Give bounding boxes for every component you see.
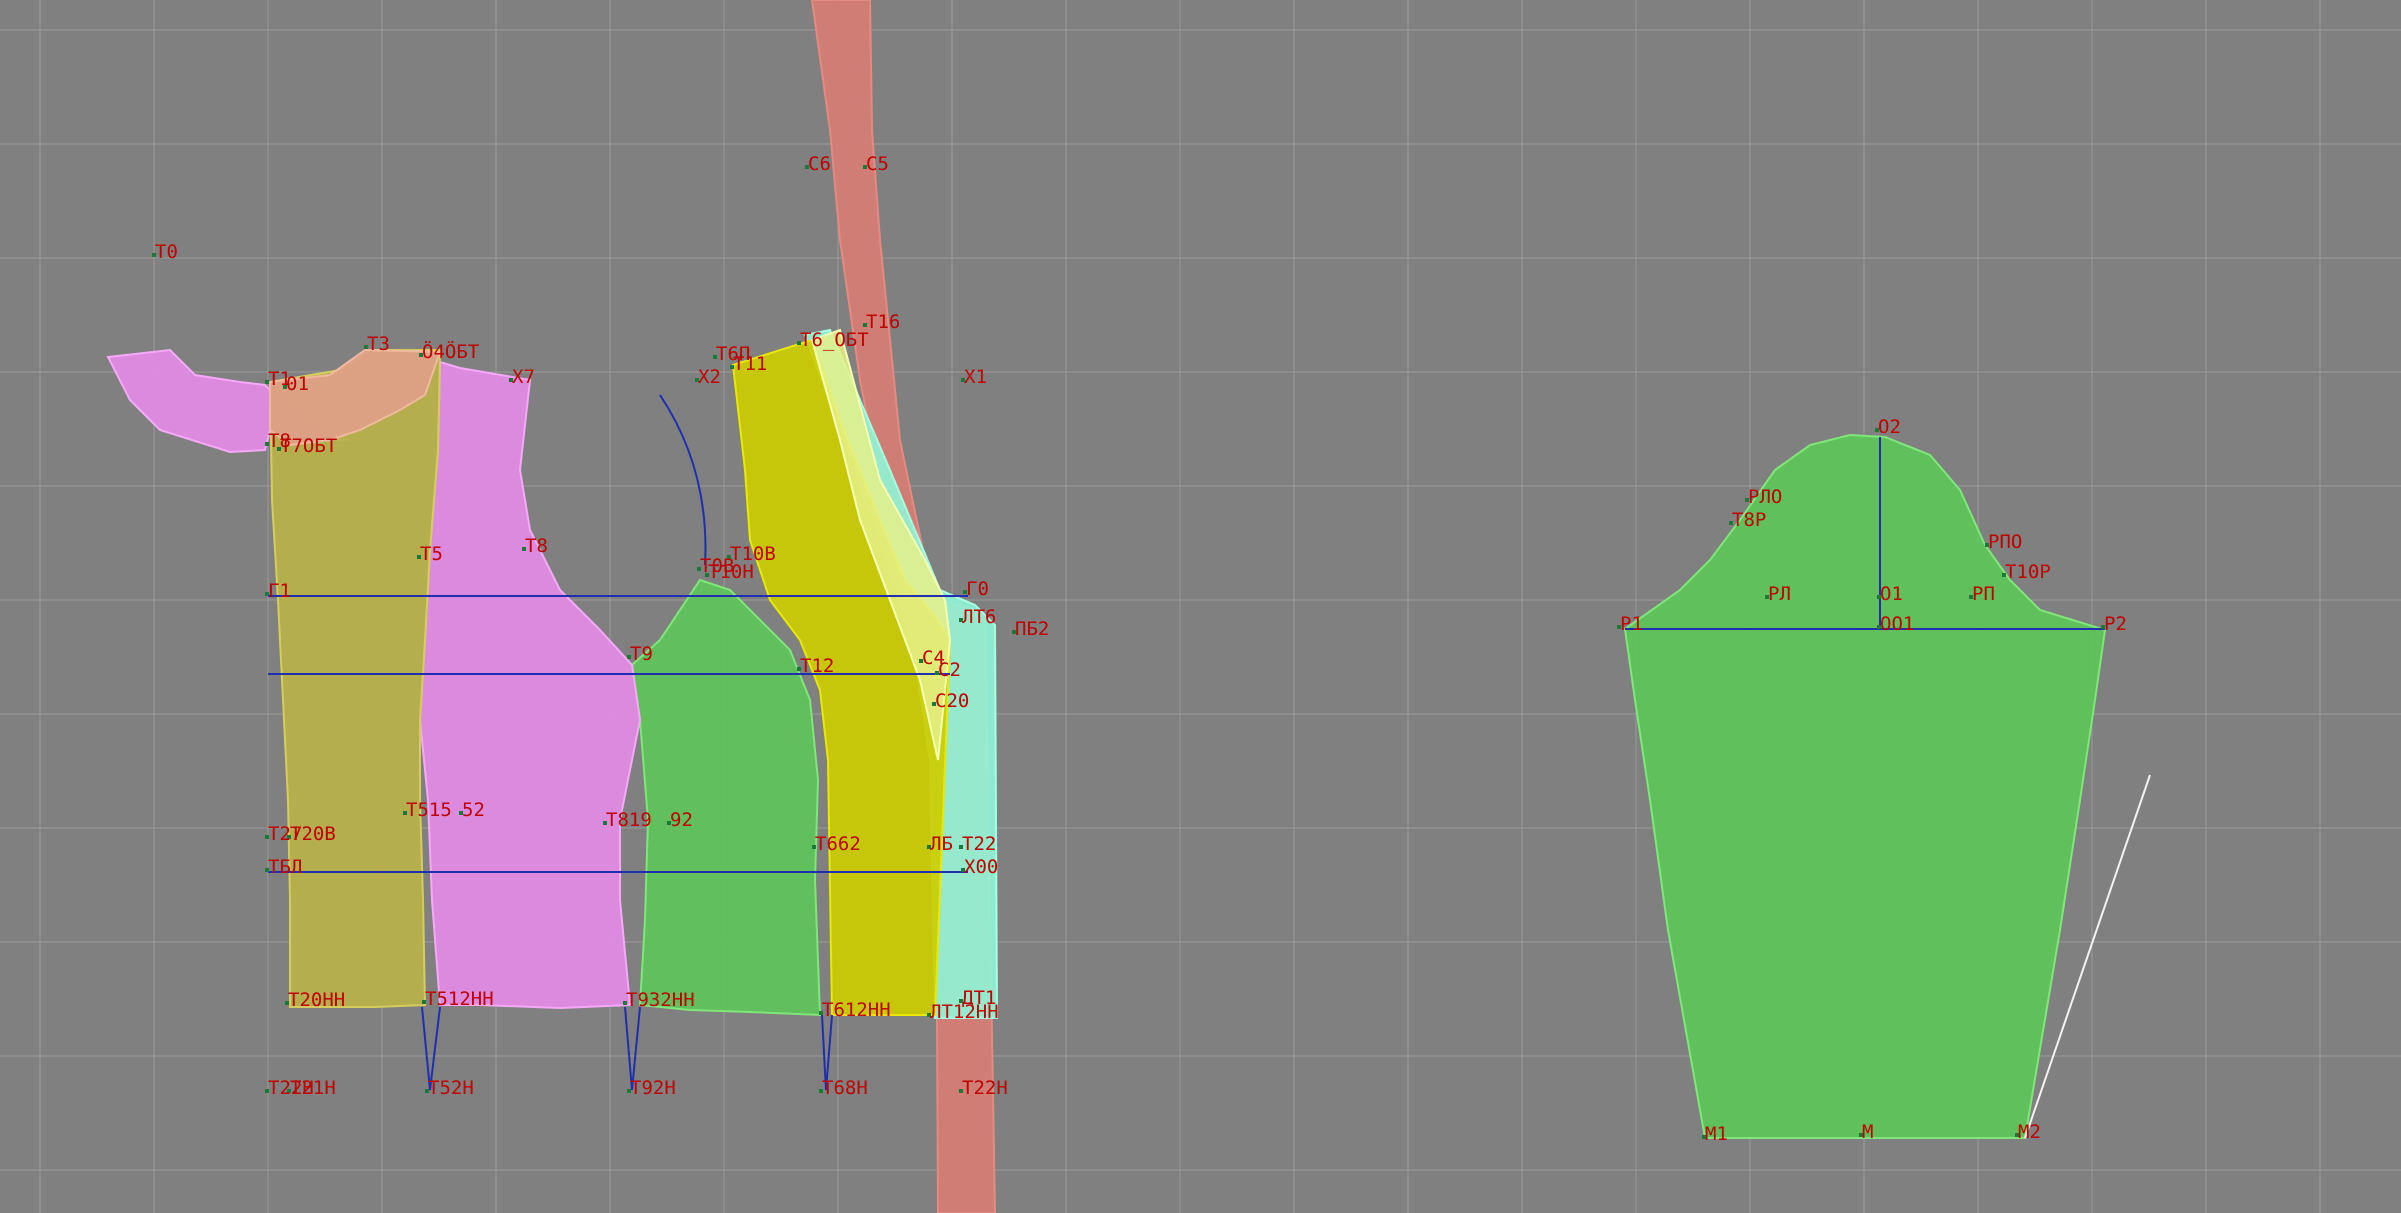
label-t4obt[interactable]: Ö4ÖБТ <box>422 340 479 363</box>
label-t7obt[interactable]: Т7ОБТ <box>280 435 337 457</box>
label-t512nn[interactable]: T512НН <box>425 988 494 1010</box>
back-side-pink-piece[interactable] <box>418 360 642 1010</box>
label-t92n[interactable]: T92Н <box>630 1077 676 1099</box>
label-x2[interactable]: X2 <box>698 366 721 388</box>
label-92[interactable]: 92 <box>670 809 693 831</box>
label-52[interactable]: 52 <box>462 799 485 821</box>
label-t0[interactable]: T0 <box>155 241 178 263</box>
label-r1[interactable]: Р1 <box>1620 613 1643 635</box>
label-t662[interactable]: T662 <box>815 833 861 855</box>
label-c6[interactable]: C6 <box>808 153 831 175</box>
label-01[interactable]: 01 <box>286 373 309 395</box>
side-green-piece[interactable] <box>630 578 822 1017</box>
label-t819[interactable]: T819 <box>606 809 652 831</box>
label-t10n[interactable]: T10Н <box>708 561 754 583</box>
label-t16[interactable]: T16 <box>866 311 900 333</box>
label-x00[interactable]: X00 <box>964 856 998 878</box>
label-pb2[interactable]: ПБ2 <box>1015 618 1049 640</box>
label-o2[interactable]: O2 <box>1878 416 1901 438</box>
label-r2[interactable]: Р2 <box>2104 613 2127 635</box>
label-t8[interactable]: T8 <box>525 535 548 557</box>
label-g0[interactable]: Г0 <box>966 578 989 600</box>
label-rl[interactable]: РЛ <box>1768 583 1791 605</box>
label-x1[interactable]: X1 <box>964 366 987 388</box>
label-oo1[interactable]: ОО1 <box>1880 613 1914 635</box>
label-t21n[interactable]: T21Н <box>290 1077 336 1099</box>
label-c20[interactable]: C20 <box>935 690 969 712</box>
label-t68n[interactable]: T68Н <box>822 1077 868 1099</box>
label-o1[interactable]: O1 <box>1880 583 1903 605</box>
label-t3[interactable]: T3 <box>367 333 390 355</box>
label-rpo[interactable]: РПО <box>1988 531 2022 553</box>
label-t515[interactable]: T515 <box>406 799 452 821</box>
sleeve-green-piece[interactable] <box>1623 433 2107 1139</box>
label-t52n[interactable]: T52Н <box>428 1077 474 1099</box>
label-t5[interactable]: T5 <box>420 543 443 565</box>
label-t10r[interactable]: T10Р <box>2005 561 2051 583</box>
label-x7[interactable]: X7 <box>512 366 535 388</box>
label-dt1[interactable]: ДТ1 <box>962 987 996 1009</box>
label-g1[interactable]: Г1 <box>268 580 291 602</box>
label-t9[interactable]: T9 <box>630 643 653 665</box>
label-t22[interactable]: T22 <box>962 833 996 855</box>
label-t932nn[interactable]: T932НН <box>626 989 695 1011</box>
pattern-drawing-canvas[interactable]: T0 T3 T1 01 Ö4ÖБТ X7 T8 Т7ОБТ T5 T8 Г1 T… <box>0 0 2401 1213</box>
label-t20nn[interactable]: T20НН <box>288 989 345 1011</box>
label-t8r[interactable]: T8Р <box>1732 509 1766 531</box>
label-m1[interactable]: М1 <box>1705 1123 1728 1145</box>
label-m[interactable]: М <box>1862 1121 1873 1143</box>
label-t20v[interactable]: T20В <box>290 823 336 845</box>
label-lt6[interactable]: ЛТ6 <box>962 606 996 628</box>
armhole-curve[interactable] <box>659 394 707 566</box>
label-t6obt[interactable]: T6_ОБТ <box>800 329 869 351</box>
label-rp[interactable]: РП <box>1972 583 1995 605</box>
label-c5[interactable]: C5 <box>866 153 889 175</box>
label-rlo[interactable]: РЛО <box>1748 486 1782 508</box>
label-c2[interactable]: C2 <box>938 659 961 681</box>
label-tbl[interactable]: TБЛ <box>268 856 302 878</box>
label-t11[interactable]: T11 <box>733 353 767 375</box>
label-lb[interactable]: ЛБ <box>930 833 953 855</box>
label-t22n-right[interactable]: T22Н <box>962 1077 1008 1099</box>
label-m2[interactable]: М2 <box>2018 1121 2041 1143</box>
label-t612nn[interactable]: T612НН <box>822 999 891 1021</box>
label-t12[interactable]: T12 <box>800 655 834 677</box>
